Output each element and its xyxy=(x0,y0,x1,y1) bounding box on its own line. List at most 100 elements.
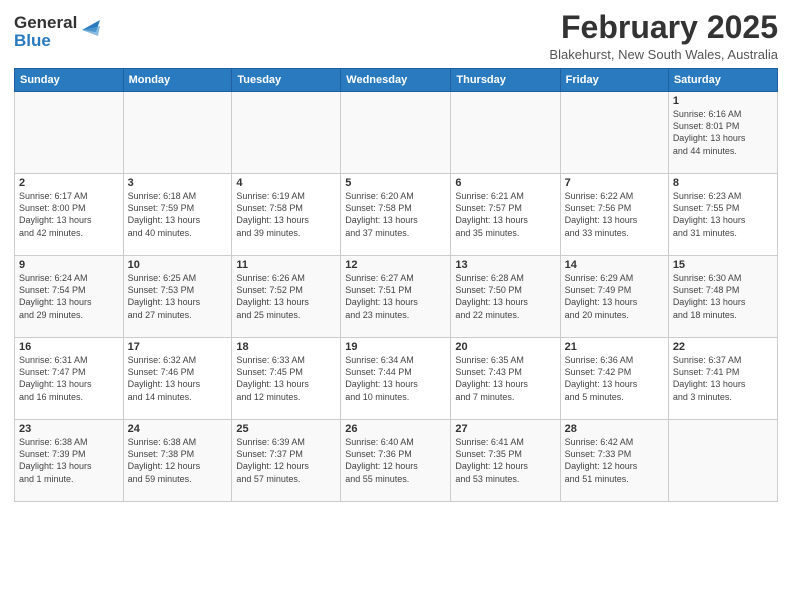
day-cell-15: 15Sunrise: 6:30 AM Sunset: 7:48 PM Dayli… xyxy=(668,256,777,338)
day-cell-22: 22Sunrise: 6:37 AM Sunset: 7:41 PM Dayli… xyxy=(668,338,777,420)
day-cell-17: 17Sunrise: 6:32 AM Sunset: 7:46 PM Dayli… xyxy=(123,338,232,420)
empty-cell xyxy=(232,92,341,174)
day-number: 13 xyxy=(455,259,555,271)
logo-general: General xyxy=(14,14,77,32)
week-row-4: 16Sunrise: 6:31 AM Sunset: 7:47 PM Dayli… xyxy=(15,338,778,420)
title-block: February 2025 Blakehurst, New South Wale… xyxy=(549,10,778,62)
header: General Blue February 2025 Blakehurst, N… xyxy=(14,10,778,62)
day-cell-18: 18Sunrise: 6:33 AM Sunset: 7:45 PM Dayli… xyxy=(232,338,341,420)
day-info: Sunrise: 6:26 AM Sunset: 7:52 PM Dayligh… xyxy=(236,272,336,321)
day-number: 3 xyxy=(128,177,228,189)
day-number: 18 xyxy=(236,341,336,353)
day-cell-14: 14Sunrise: 6:29 AM Sunset: 7:49 PM Dayli… xyxy=(560,256,668,338)
day-number: 5 xyxy=(345,177,446,189)
day-info: Sunrise: 6:39 AM Sunset: 7:37 PM Dayligh… xyxy=(236,436,336,485)
day-info: Sunrise: 6:27 AM Sunset: 7:51 PM Dayligh… xyxy=(345,272,446,321)
day-info: Sunrise: 6:22 AM Sunset: 7:56 PM Dayligh… xyxy=(565,190,664,239)
week-row-1: 1Sunrise: 6:16 AM Sunset: 8:01 PM Daylig… xyxy=(15,92,778,174)
day-info: Sunrise: 6:23 AM Sunset: 7:55 PM Dayligh… xyxy=(673,190,773,239)
day-number: 12 xyxy=(345,259,446,271)
logo-blue: Blue xyxy=(14,32,77,50)
day-info: Sunrise: 6:19 AM Sunset: 7:58 PM Dayligh… xyxy=(236,190,336,239)
day-cell-26: 26Sunrise: 6:40 AM Sunset: 7:36 PM Dayli… xyxy=(341,420,451,502)
week-row-3: 9Sunrise: 6:24 AM Sunset: 7:54 PM Daylig… xyxy=(15,256,778,338)
day-cell-27: 27Sunrise: 6:41 AM Sunset: 7:35 PM Dayli… xyxy=(451,420,560,502)
day-info: Sunrise: 6:31 AM Sunset: 7:47 PM Dayligh… xyxy=(19,354,119,403)
empty-cell xyxy=(15,92,124,174)
day-info: Sunrise: 6:21 AM Sunset: 7:57 PM Dayligh… xyxy=(455,190,555,239)
empty-cell xyxy=(560,92,668,174)
day-number: 24 xyxy=(128,423,228,435)
day-info: Sunrise: 6:35 AM Sunset: 7:43 PM Dayligh… xyxy=(455,354,555,403)
empty-cell xyxy=(451,92,560,174)
day-info: Sunrise: 6:29 AM Sunset: 7:49 PM Dayligh… xyxy=(565,272,664,321)
day-info: Sunrise: 6:24 AM Sunset: 7:54 PM Dayligh… xyxy=(19,272,119,321)
day-info: Sunrise: 6:16 AM Sunset: 8:01 PM Dayligh… xyxy=(673,108,773,157)
day-number: 25 xyxy=(236,423,336,435)
day-info: Sunrise: 6:25 AM Sunset: 7:53 PM Dayligh… xyxy=(128,272,228,321)
weekday-header-thursday: Thursday xyxy=(451,69,560,92)
day-info: Sunrise: 6:34 AM Sunset: 7:44 PM Dayligh… xyxy=(345,354,446,403)
day-info: Sunrise: 6:33 AM Sunset: 7:45 PM Dayligh… xyxy=(236,354,336,403)
day-number: 9 xyxy=(19,259,119,271)
day-info: Sunrise: 6:41 AM Sunset: 7:35 PM Dayligh… xyxy=(455,436,555,485)
day-cell-2: 2Sunrise: 6:17 AM Sunset: 8:00 PM Daylig… xyxy=(15,174,124,256)
weekday-header-tuesday: Tuesday xyxy=(232,69,341,92)
day-number: 22 xyxy=(673,341,773,353)
day-number: 28 xyxy=(565,423,664,435)
day-number: 2 xyxy=(19,177,119,189)
day-cell-25: 25Sunrise: 6:39 AM Sunset: 7:37 PM Dayli… xyxy=(232,420,341,502)
day-cell-7: 7Sunrise: 6:22 AM Sunset: 7:56 PM Daylig… xyxy=(560,174,668,256)
day-number: 6 xyxy=(455,177,555,189)
day-number: 15 xyxy=(673,259,773,271)
day-info: Sunrise: 6:38 AM Sunset: 7:39 PM Dayligh… xyxy=(19,436,119,485)
day-cell-6: 6Sunrise: 6:21 AM Sunset: 7:57 PM Daylig… xyxy=(451,174,560,256)
calendar: SundayMondayTuesdayWednesdayThursdayFrid… xyxy=(14,68,778,502)
day-info: Sunrise: 6:18 AM Sunset: 7:59 PM Dayligh… xyxy=(128,190,228,239)
day-number: 23 xyxy=(19,423,119,435)
day-cell-4: 4Sunrise: 6:19 AM Sunset: 7:58 PM Daylig… xyxy=(232,174,341,256)
day-cell-21: 21Sunrise: 6:36 AM Sunset: 7:42 PM Dayli… xyxy=(560,338,668,420)
day-info: Sunrise: 6:42 AM Sunset: 7:33 PM Dayligh… xyxy=(565,436,664,485)
day-info: Sunrise: 6:20 AM Sunset: 7:58 PM Dayligh… xyxy=(345,190,446,239)
day-number: 17 xyxy=(128,341,228,353)
day-cell-10: 10Sunrise: 6:25 AM Sunset: 7:53 PM Dayli… xyxy=(123,256,232,338)
day-info: Sunrise: 6:36 AM Sunset: 7:42 PM Dayligh… xyxy=(565,354,664,403)
day-info: Sunrise: 6:30 AM Sunset: 7:48 PM Dayligh… xyxy=(673,272,773,321)
weekday-header-saturday: Saturday xyxy=(668,69,777,92)
day-number: 27 xyxy=(455,423,555,435)
day-cell-23: 23Sunrise: 6:38 AM Sunset: 7:39 PM Dayli… xyxy=(15,420,124,502)
weekday-header-row: SundayMondayTuesdayWednesdayThursdayFrid… xyxy=(15,69,778,92)
day-cell-20: 20Sunrise: 6:35 AM Sunset: 7:43 PM Dayli… xyxy=(451,338,560,420)
day-info: Sunrise: 6:37 AM Sunset: 7:41 PM Dayligh… xyxy=(673,354,773,403)
day-cell-28: 28Sunrise: 6:42 AM Sunset: 7:33 PM Dayli… xyxy=(560,420,668,502)
logo-bird-icon xyxy=(78,16,100,44)
day-info: Sunrise: 6:17 AM Sunset: 8:00 PM Dayligh… xyxy=(19,190,119,239)
day-number: 4 xyxy=(236,177,336,189)
day-number: 10 xyxy=(128,259,228,271)
day-number: 16 xyxy=(19,341,119,353)
day-cell-19: 19Sunrise: 6:34 AM Sunset: 7:44 PM Dayli… xyxy=(341,338,451,420)
day-number: 19 xyxy=(345,341,446,353)
day-info: Sunrise: 6:28 AM Sunset: 7:50 PM Dayligh… xyxy=(455,272,555,321)
day-number: 14 xyxy=(565,259,664,271)
weekday-header-sunday: Sunday xyxy=(15,69,124,92)
day-cell-8: 8Sunrise: 6:23 AM Sunset: 7:55 PM Daylig… xyxy=(668,174,777,256)
day-info: Sunrise: 6:40 AM Sunset: 7:36 PM Dayligh… xyxy=(345,436,446,485)
location: Blakehurst, New South Wales, Australia xyxy=(549,47,778,62)
day-cell-12: 12Sunrise: 6:27 AM Sunset: 7:51 PM Dayli… xyxy=(341,256,451,338)
day-number: 1 xyxy=(673,95,773,107)
logo: General Blue xyxy=(14,14,100,50)
day-number: 26 xyxy=(345,423,446,435)
day-number: 8 xyxy=(673,177,773,189)
day-cell-24: 24Sunrise: 6:38 AM Sunset: 7:38 PM Dayli… xyxy=(123,420,232,502)
day-cell-13: 13Sunrise: 6:28 AM Sunset: 7:50 PM Dayli… xyxy=(451,256,560,338)
page: General Blue February 2025 Blakehurst, N… xyxy=(0,0,792,612)
day-cell-11: 11Sunrise: 6:26 AM Sunset: 7:52 PM Dayli… xyxy=(232,256,341,338)
day-info: Sunrise: 6:38 AM Sunset: 7:38 PM Dayligh… xyxy=(128,436,228,485)
day-number: 21 xyxy=(565,341,664,353)
day-number: 20 xyxy=(455,341,555,353)
day-cell-9: 9Sunrise: 6:24 AM Sunset: 7:54 PM Daylig… xyxy=(15,256,124,338)
weekday-header-friday: Friday xyxy=(560,69,668,92)
day-number: 7 xyxy=(565,177,664,189)
